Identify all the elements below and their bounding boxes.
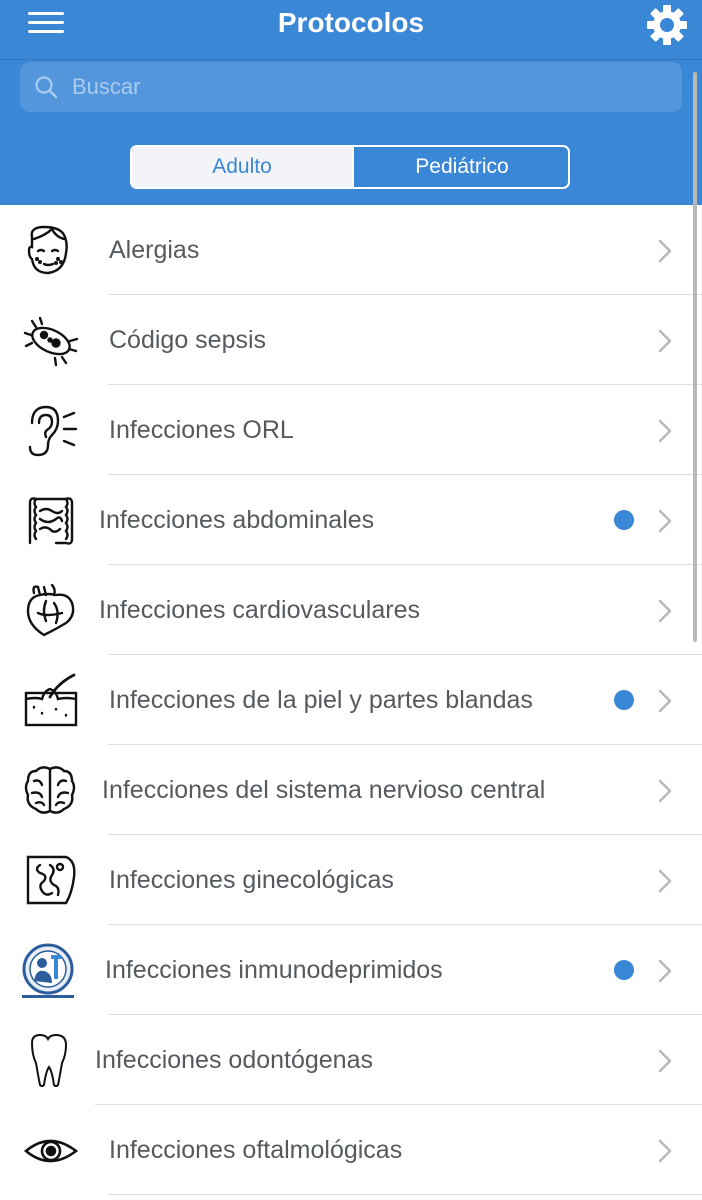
protocol-label: Infecciones ORL bbox=[109, 416, 294, 444]
protocol-row-odontogenas[interactable]: Infecciones odontógenas bbox=[0, 1015, 702, 1105]
gear-icon[interactable] bbox=[644, 2, 690, 48]
protocol-label: Infecciones cardiovasculares bbox=[99, 596, 420, 624]
protocol-row-cardiovasculares[interactable]: Infecciones cardiovasculares bbox=[0, 565, 702, 655]
hamburger-menu-icon[interactable] bbox=[24, 8, 68, 38]
chevron-right-icon bbox=[658, 329, 672, 353]
protocol-label: Infecciones abdominales bbox=[99, 506, 375, 534]
protocol-row-codigo-sepsis[interactable]: Código sepsis bbox=[0, 295, 702, 385]
intestine-icon bbox=[22, 493, 80, 549]
protocol-row-inmunodeprimidos[interactable]: Infecciones inmunodeprimidos bbox=[0, 925, 702, 1015]
uterus-icon bbox=[22, 853, 80, 909]
protocol-label: Infecciones ginecológicas bbox=[109, 866, 394, 894]
allergy-face-icon bbox=[22, 223, 80, 279]
new-indicator-dot bbox=[614, 510, 634, 530]
eye-icon bbox=[22, 1123, 80, 1179]
chevron-right-icon bbox=[658, 959, 672, 983]
protocol-row-ginecologicas[interactable]: Infecciones ginecológicas bbox=[0, 835, 702, 925]
chevron-right-icon bbox=[658, 419, 672, 443]
protocol-label: Infecciones oftalmológicas bbox=[109, 1136, 403, 1164]
page-title: Protocolos bbox=[277, 7, 425, 38]
protocol-row-snc[interactable]: Infecciones del sistema nervioso central bbox=[0, 745, 702, 835]
row-divider bbox=[108, 1194, 702, 1195]
protocol-label: Código sepsis bbox=[109, 326, 267, 354]
immunocompromised-patient-icon bbox=[22, 943, 80, 999]
protocol-row-piel-partes-blandas[interactable]: Infecciones de la piel y partes blandas bbox=[0, 655, 702, 745]
protocol-row-alergias[interactable]: Alergias bbox=[0, 205, 702, 295]
protocol-row-orl[interactable]: Infecciones ORL bbox=[0, 385, 702, 475]
new-indicator-dot bbox=[614, 960, 634, 980]
header-divider bbox=[0, 59, 702, 60]
chevron-right-icon bbox=[658, 239, 672, 263]
chevron-right-icon bbox=[658, 509, 672, 533]
bacteria-icon bbox=[22, 313, 80, 369]
protocol-label: Infecciones inmunodeprimidos bbox=[105, 956, 443, 984]
new-indicator-dot bbox=[614, 690, 634, 710]
chevron-right-icon bbox=[658, 869, 672, 893]
search-placeholder: Buscar bbox=[72, 74, 141, 99]
protocol-label: Alergias bbox=[109, 236, 200, 264]
chevron-right-icon bbox=[658, 779, 672, 803]
brain-icon bbox=[22, 763, 80, 819]
search-input[interactable]: Buscar bbox=[20, 62, 682, 112]
top-bar: Protocolos Buscar Adulto Pediátrico bbox=[0, 0, 702, 205]
protocol-label: Infecciones del sistema nervioso central bbox=[102, 776, 546, 804]
protocol-row-oftalmologicas[interactable]: Infecciones oftalmológicas bbox=[0, 1105, 702, 1195]
search-icon bbox=[35, 76, 58, 99]
scrollbar[interactable] bbox=[693, 72, 697, 642]
segment-adulto[interactable]: Adulto bbox=[132, 147, 352, 187]
tooth-icon bbox=[22, 1033, 80, 1089]
protocol-label: Infecciones de la piel y partes blandas bbox=[109, 686, 533, 714]
heart-icon bbox=[22, 583, 80, 639]
segment-pediatrico[interactable]: Pediátrico bbox=[352, 147, 568, 187]
age-segmented-control: Adulto Pediátrico bbox=[130, 145, 570, 189]
chevron-right-icon bbox=[658, 689, 672, 713]
protocol-label: Infecciones odontógenas bbox=[95, 1046, 373, 1074]
chevron-right-icon bbox=[658, 1049, 672, 1073]
chevron-right-icon bbox=[658, 1139, 672, 1163]
protocol-row-abdominales[interactable]: Infecciones abdominales bbox=[0, 475, 702, 565]
skin-hair-icon bbox=[22, 673, 80, 729]
ear-icon bbox=[22, 403, 80, 459]
chevron-right-icon bbox=[658, 599, 672, 623]
